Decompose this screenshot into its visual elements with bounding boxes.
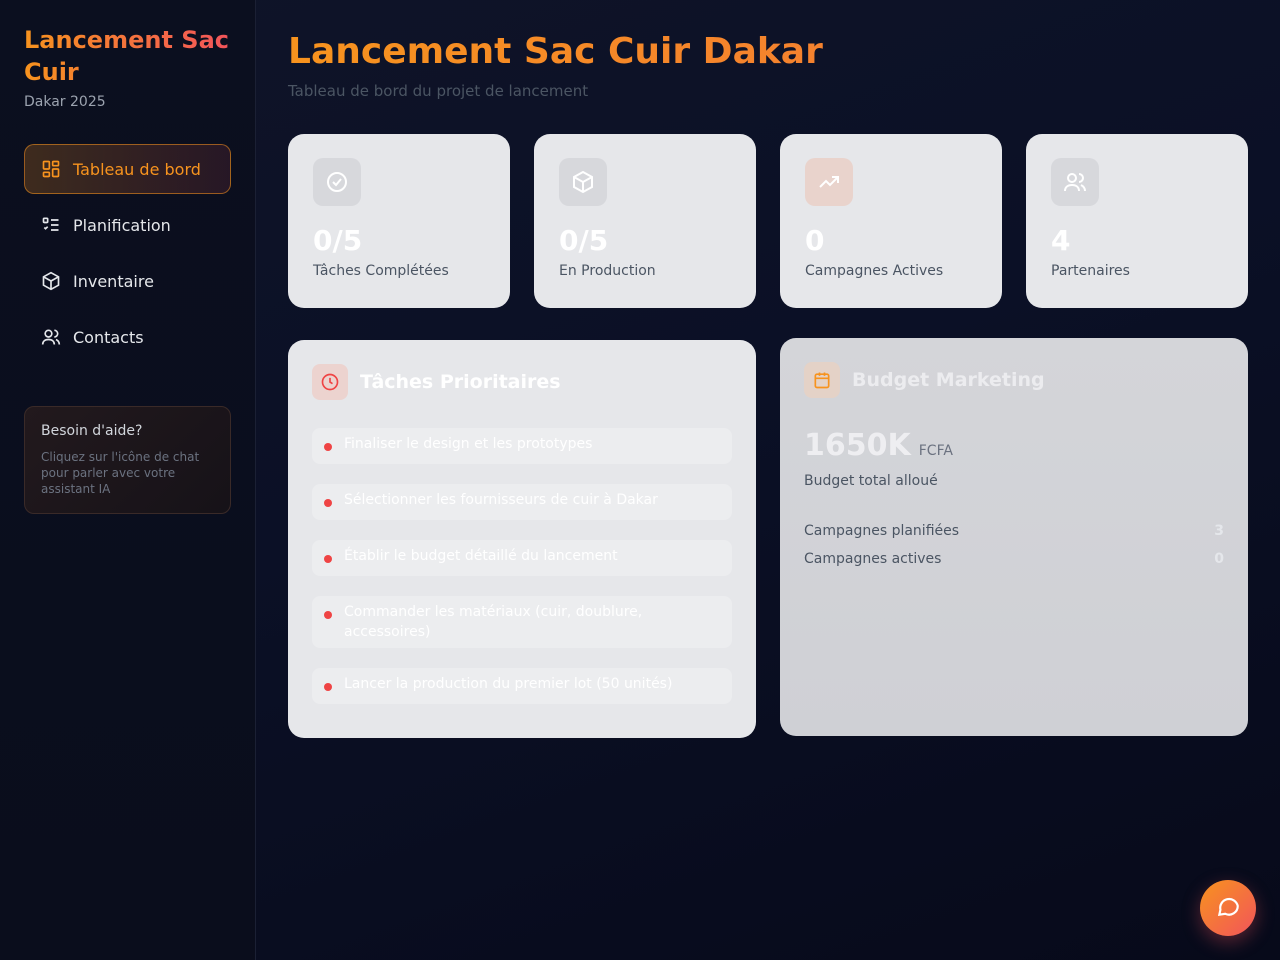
- brand-title: Lancement Sac Cuir: [24, 24, 231, 88]
- panels-row: Tâches Prioritaires Finaliser le design …: [288, 338, 1248, 738]
- task-item[interactable]: Sélectionner les fournisseurs de cuir à …: [312, 484, 732, 520]
- priority-dot: [324, 443, 332, 451]
- stat-card-production: 0/5 En Production: [534, 134, 756, 308]
- sidebar-item-label: Tableau de bord: [73, 159, 201, 179]
- task-item[interactable]: Commander les matériaux (cuir, doublure,…: [312, 596, 732, 648]
- budget-label: Budget total alloué: [804, 473, 938, 489]
- panel-header: Budget Marketing: [804, 362, 1224, 398]
- budget-row-label: Campagnes planifiées: [804, 523, 960, 539]
- budget-row-label: Campagnes actives: [804, 551, 942, 567]
- stat-value: 0: [805, 224, 825, 257]
- budget-row: Campagnes planifiées 3: [804, 523, 1224, 551]
- priority-dot: [324, 555, 332, 563]
- help-card: Besoin d'aide? Cliquez sur l'icône de ch…: [24, 406, 231, 514]
- stat-value: 4: [1051, 224, 1071, 257]
- checklist-icon: [41, 215, 61, 235]
- task-item[interactable]: Établir le budget détaillé du lancement: [312, 540, 732, 576]
- sidebar-item-planning[interactable]: Planification: [24, 200, 231, 250]
- dashboard-icon: [41, 159, 61, 179]
- priority-dot: [324, 611, 332, 619]
- budget-amount: 1650K FCFA: [804, 428, 1224, 463]
- task-text: Sélectionner les fournisseurs de cuir à …: [344, 492, 658, 508]
- stat-card-campaigns: 0 Campagnes Actives: [780, 134, 1002, 308]
- sidebar-item-label: Inventaire: [73, 271, 154, 291]
- task-text: Finaliser le design et les prototypes: [344, 436, 593, 452]
- budget-value: 1650K: [804, 428, 911, 463]
- panel-title: Budget Marketing: [852, 369, 1045, 391]
- page-title: Lancement Sac Cuir Dakar: [288, 30, 1248, 74]
- users-icon: [41, 327, 61, 347]
- stat-label: Campagnes Actives: [805, 263, 944, 279]
- task-text: Établir le budget détaillé du lancement: [344, 548, 618, 564]
- page-subtitle: Tableau de bord du projet de lancement: [288, 82, 589, 100]
- budget-currency: FCFA: [918, 443, 953, 459]
- budget-row-value: 3: [1214, 523, 1224, 539]
- priority-dot: [324, 683, 332, 691]
- budget-rows: Campagnes planifiées 3 Campagnes actives…: [804, 523, 1224, 579]
- package-icon: [41, 271, 61, 291]
- stat-label: Tâches Complétées: [313, 263, 449, 279]
- sidebar-item-label: Planification: [73, 215, 171, 235]
- priority-tasks-panel: Tâches Prioritaires Finaliser le design …: [288, 340, 756, 738]
- budget-row-value: 0: [1214, 551, 1224, 567]
- trending-up-icon: [805, 158, 853, 206]
- check-circle-icon: [313, 158, 361, 206]
- panel-header: Tâches Prioritaires: [312, 364, 732, 400]
- help-text: Cliquez sur l'icône de chat pour parler …: [41, 450, 200, 496]
- stat-label: Partenaires: [1051, 263, 1130, 279]
- stats-row: 0/5 Tâches Complétées 0/5 En Production …: [288, 134, 1248, 308]
- task-item[interactable]: Finaliser le design et les prototypes: [312, 428, 732, 464]
- help-title: Besoin d'aide?: [41, 423, 143, 439]
- stat-card-tasks: 0/5 Tâches Complétées: [288, 134, 510, 308]
- chat-button[interactable]: [1200, 880, 1256, 936]
- brand-subtitle: Dakar 2025: [24, 94, 106, 110]
- task-text: Lancer la production du premier lot (50 …: [344, 676, 673, 692]
- box-icon: [559, 158, 607, 206]
- sidebar: Lancement Sac Cuir Dakar 2025 Tableau de…: [0, 0, 256, 960]
- budget-row: Campagnes actives 0: [804, 551, 1224, 579]
- sidebar-item-inventory[interactable]: Inventaire: [24, 256, 231, 306]
- panel-title: Tâches Prioritaires: [360, 371, 561, 393]
- sidebar-item-contacts[interactable]: Contacts: [24, 312, 231, 362]
- calendar-icon: [804, 362, 840, 398]
- task-list: Finaliser le design et les prototypes Sé…: [312, 428, 732, 704]
- stat-card-partners: 4 Partenaires: [1026, 134, 1248, 308]
- priority-dot: [324, 499, 332, 507]
- stat-label: En Production: [559, 263, 656, 279]
- stat-value: 0/5: [559, 224, 609, 257]
- sidebar-nav: Tableau de bord Planification Inventaire…: [24, 144, 231, 362]
- chat-icon: [1215, 893, 1241, 923]
- main-content: Lancement Sac Cuir Dakar Tableau de bord…: [288, 30, 1248, 738]
- sidebar-item-dashboard[interactable]: Tableau de bord: [24, 144, 231, 194]
- task-text: Commander les matériaux (cuir, doublure,…: [344, 604, 643, 640]
- clock-icon: [312, 364, 348, 400]
- marketing-budget-panel: Budget Marketing 1650K FCFA Budget total…: [780, 338, 1248, 736]
- users-icon: [1051, 158, 1099, 206]
- task-item[interactable]: Lancer la production du premier lot (50 …: [312, 668, 732, 704]
- stat-value: 0/5: [313, 224, 363, 257]
- sidebar-item-label: Contacts: [73, 327, 144, 347]
